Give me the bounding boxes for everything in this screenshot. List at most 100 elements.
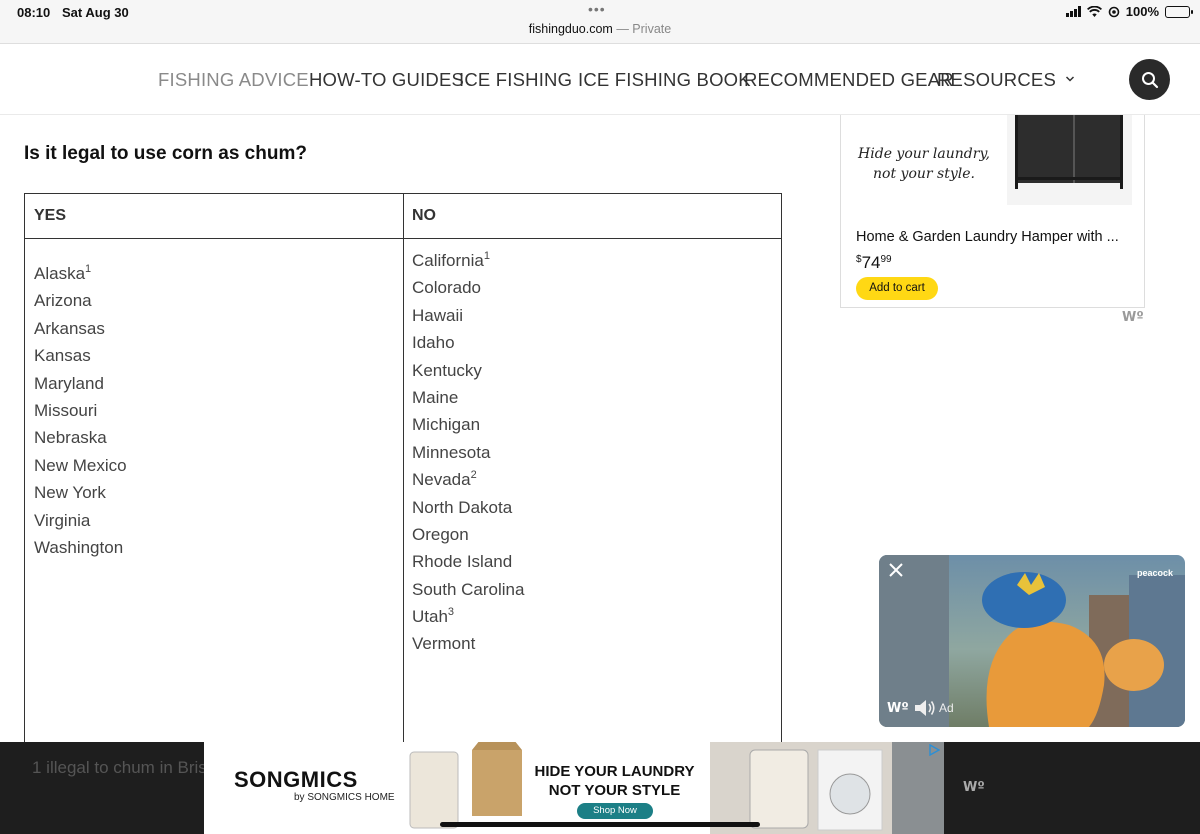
no-state-item: Maine bbox=[412, 384, 524, 411]
yes-state-item: New Mexico bbox=[34, 452, 127, 479]
no-state-item: Oregon bbox=[412, 521, 524, 548]
url-text: fishingduo.com bbox=[528, 22, 613, 36]
state-name: Nevada bbox=[412, 470, 471, 490]
private-label: — Private bbox=[616, 22, 672, 36]
ezoic-banner-logo-icon: Wº bbox=[963, 780, 985, 795]
nav-resources-label: RESOURCES bbox=[937, 69, 1056, 90]
more-dots-icon[interactable]: ••• bbox=[588, 1, 606, 17]
nav-how-to-guides[interactable]: HOW-TO GUIDES bbox=[309, 69, 464, 91]
nav-fishing-advice[interactable]: FISHING ADVICE bbox=[158, 69, 309, 91]
yes-state-item: Arizona bbox=[34, 287, 127, 314]
status-bar: 08:10 Sat Aug 30 ••• fishingduo.com — Pr… bbox=[0, 0, 1200, 44]
banner-headline-line2: NOT YOUR STYLE bbox=[548, 782, 681, 799]
header-yes: YES bbox=[34, 207, 67, 224]
ad-product-title[interactable]: Home & Garden Laundry Hamper with ... bbox=[856, 229, 1119, 245]
search-button[interactable] bbox=[1129, 59, 1170, 100]
state-name: Colorado bbox=[412, 278, 481, 298]
volume-icon[interactable] bbox=[913, 698, 937, 718]
state-name: Minnesota bbox=[412, 442, 491, 462]
state-name: Virginia bbox=[34, 510, 91, 530]
home-indicator[interactable] bbox=[440, 822, 760, 827]
state-name: Hawaii bbox=[412, 305, 464, 325]
state-name: Maine bbox=[412, 387, 459, 407]
yes-state-item: Virginia bbox=[34, 507, 127, 534]
wifi-icon bbox=[1086, 5, 1102, 17]
yes-state-item: Maryland bbox=[34, 370, 127, 397]
state-name: California bbox=[412, 251, 484, 270]
nav-ice-fishing[interactable]: ICE FISHING bbox=[459, 69, 572, 91]
close-icon[interactable] bbox=[887, 561, 905, 579]
status-icons: 100% bbox=[1065, 4, 1193, 19]
ad-choices-icon[interactable] bbox=[928, 744, 940, 756]
yes-state-item: New York bbox=[34, 479, 127, 506]
state-name: Maryland bbox=[34, 373, 104, 393]
state-name: Vermont bbox=[412, 634, 476, 654]
no-state-item: Idaho bbox=[412, 329, 524, 356]
no-state-item: South Carolina bbox=[412, 576, 524, 603]
ad-price: $7499 bbox=[856, 253, 892, 273]
laundry-hamper-ad[interactable]: Hide your laundry, not your style. Home … bbox=[840, 115, 1145, 308]
hamper-product-image[interactable] bbox=[1007, 115, 1132, 205]
state-name: Arkansas bbox=[34, 318, 105, 338]
nav-recommended-gear[interactable]: RECOMMENDED GEAR bbox=[744, 69, 954, 91]
state-name: Idaho bbox=[412, 333, 455, 353]
section-question: Is it legal to use corn as chum? bbox=[24, 143, 307, 164]
no-state-item: Kentucky bbox=[412, 357, 524, 384]
nav-resources[interactable]: RESOURCES bbox=[937, 69, 1075, 91]
no-state-item: Hawaii bbox=[412, 302, 524, 329]
location-icon bbox=[1108, 6, 1120, 17]
chevron-down-icon bbox=[1066, 76, 1075, 82]
footnote-marker[interactable]: 1 bbox=[484, 250, 490, 262]
banner-headline-line1: HIDE YOUR LAUNDRY bbox=[534, 763, 695, 780]
state-name: Rhode Island bbox=[412, 552, 513, 572]
state-name: Kansas bbox=[34, 346, 91, 366]
yes-state-list: Alaska1 Arizona Arkansas Kansas Maryland Miss… bbox=[34, 260, 127, 561]
state-name: Missouri bbox=[34, 400, 98, 420]
yes-state-item: Washington bbox=[34, 534, 127, 561]
ad-tagline: Hide your laundry, not your style. bbox=[858, 146, 990, 182]
video-ad-player[interactable]: peacock Wº Ad bbox=[879, 555, 1185, 727]
ezoic-video-logo-icon: Wº bbox=[887, 701, 909, 716]
yes-state-item: Nebraska bbox=[34, 424, 127, 451]
ezoic-logo-icon[interactable]: Wº bbox=[1122, 310, 1144, 325]
price-dollars: 74 bbox=[861, 253, 881, 272]
state-name: Arizona bbox=[34, 291, 92, 311]
laundry-room-image bbox=[710, 742, 944, 834]
state-name: Washington bbox=[34, 537, 124, 557]
footnote-marker[interactable]: 2 bbox=[471, 469, 477, 481]
no-state-list: California1 Colorado Hawaii Idaho Kentucky Ma… bbox=[412, 247, 524, 658]
songmics-banner-ad[interactable]: SONGMICS by SONGMICS HOME HIDE YOUR LAUN… bbox=[204, 742, 944, 834]
footnote-text: 1 illegal to chum in Bris bbox=[32, 758, 207, 777]
footnote-marker[interactable]: 3 bbox=[448, 606, 454, 618]
no-state-item: Nevada2 bbox=[412, 466, 524, 493]
add-to-cart-button[interactable]: Add to cart bbox=[856, 277, 938, 300]
shop-now-button[interactable]: Shop Now bbox=[577, 803, 653, 819]
nav-ice-fishing-book[interactable]: ICE FISHING BOOK bbox=[578, 69, 751, 91]
yes-state-item: Kansas bbox=[34, 342, 127, 369]
state-name: Utah bbox=[412, 607, 448, 627]
footnote-marker[interactable]: 1 bbox=[85, 263, 91, 275]
no-state-item: Vermont bbox=[412, 630, 524, 657]
state-name: Michigan bbox=[412, 415, 481, 435]
state-name: South Carolina bbox=[412, 579, 525, 599]
state-name: Oregon bbox=[412, 524, 469, 544]
state-name: Kentucky bbox=[412, 360, 482, 380]
yes-state-item: Arkansas bbox=[34, 315, 127, 342]
site-nav: FISHING ADVICE HOW-TO GUIDES ICE FISHING… bbox=[0, 45, 1200, 115]
state-name: Alaska bbox=[34, 264, 86, 283]
state-name: New York bbox=[34, 483, 106, 503]
yes-state-item: Alaska1 bbox=[34, 260, 127, 287]
address-bar[interactable]: fishingduo.com — Private bbox=[0, 22, 1200, 36]
corn-chum-legality-table: YES NO Alaska1 Arizona Arkansas Kansas Maryl… bbox=[24, 193, 782, 834]
state-name: New Mexico bbox=[34, 455, 127, 475]
header-no: NO bbox=[412, 207, 436, 224]
cellular-signal-icon bbox=[1065, 6, 1081, 17]
hamper-product-images bbox=[409, 742, 522, 829]
no-state-item: Michigan bbox=[412, 411, 524, 438]
date: Sat Aug 30 bbox=[62, 5, 129, 20]
ad-label: Ad bbox=[939, 701, 954, 715]
songmics-logo: SONGMICS bbox=[234, 767, 358, 792]
battery-icon bbox=[1165, 5, 1193, 18]
clock: 08:10 bbox=[17, 5, 51, 20]
no-state-item: California1 bbox=[412, 247, 524, 274]
